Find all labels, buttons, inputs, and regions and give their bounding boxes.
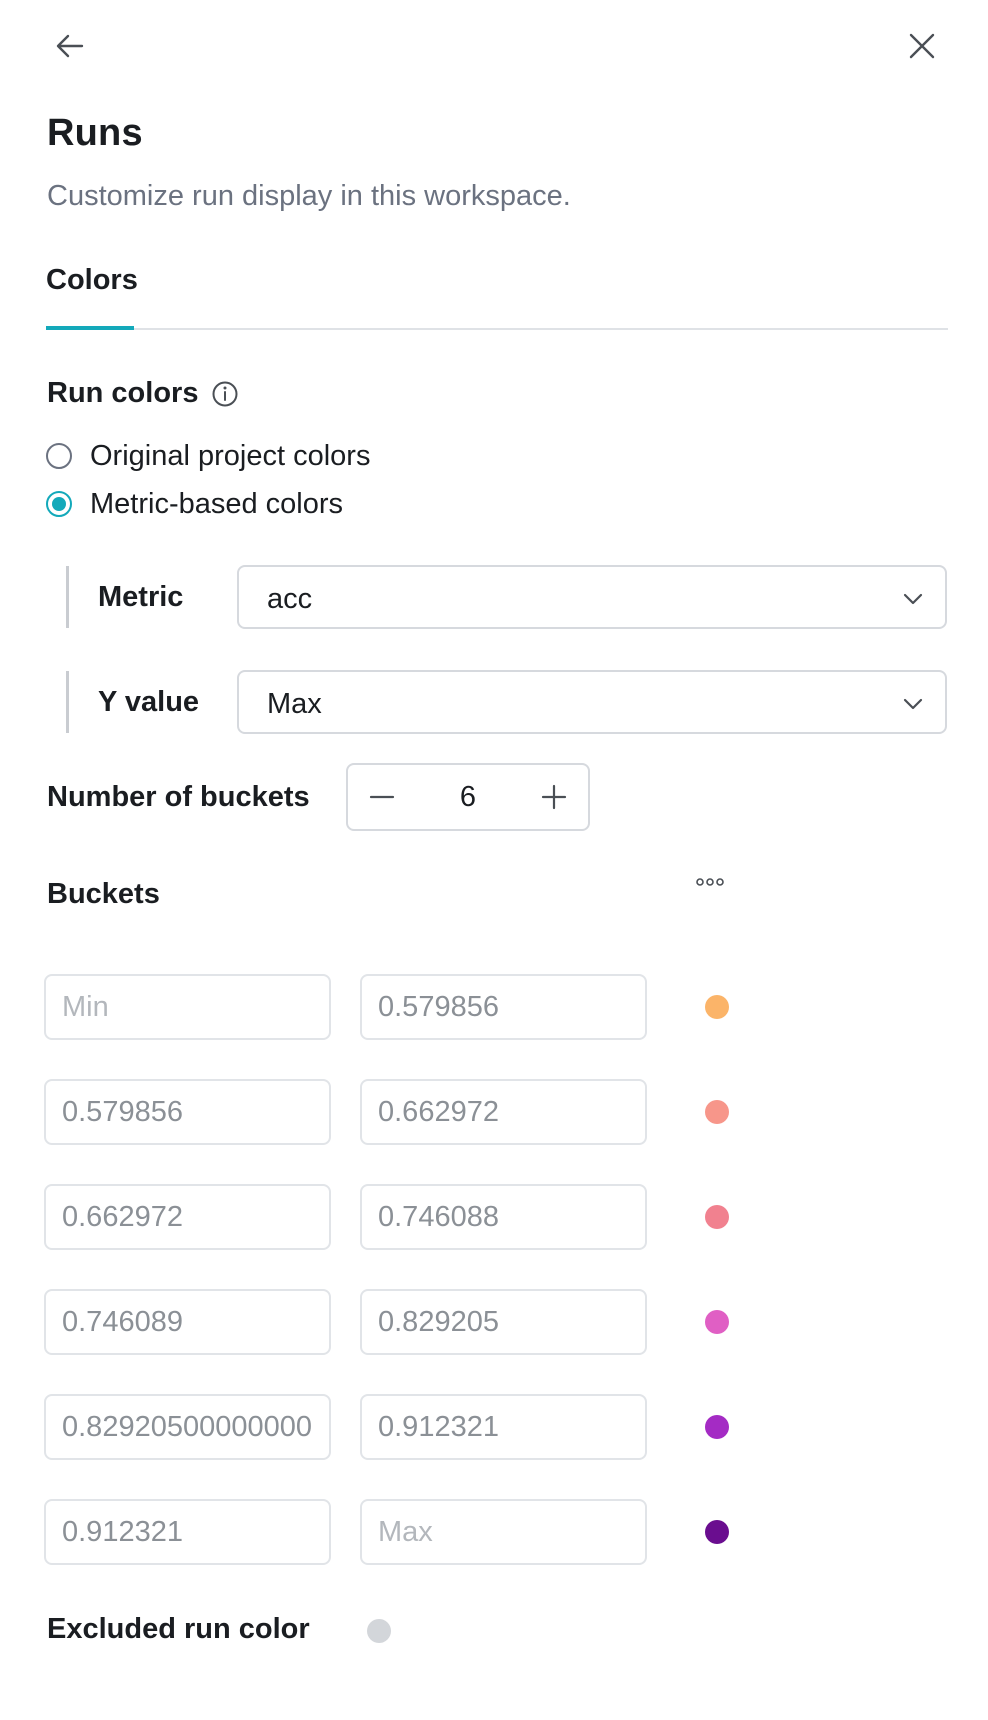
buckets-label: Buckets xyxy=(47,878,160,910)
run-colors-label: Run colors xyxy=(47,377,199,409)
page-title: Runs xyxy=(47,112,143,154)
bucket-min-input[interactable] xyxy=(44,1499,331,1565)
metric-label: Metric xyxy=(98,581,184,613)
bucket-color-swatch[interactable] xyxy=(705,1205,729,1229)
minus-icon xyxy=(369,795,395,799)
number-of-buckets-label: Number of buckets xyxy=(47,781,310,813)
more-options-button[interactable] xyxy=(688,868,732,896)
more-horizontal-icon xyxy=(696,878,724,886)
bucket-max-input[interactable] xyxy=(360,1184,647,1250)
indent-divider xyxy=(66,566,69,628)
radio-metric-based-colors[interactable]: Metric-based colors xyxy=(46,486,343,522)
plus-icon xyxy=(541,784,567,810)
buckets-count[interactable]: 6 xyxy=(428,781,508,814)
buckets-stepper: 6 xyxy=(346,763,590,831)
indent-divider xyxy=(66,671,69,733)
bucket-max-input[interactable] xyxy=(360,1079,647,1145)
excluded-color-swatch[interactable] xyxy=(367,1619,391,1643)
bucket-color-swatch[interactable] xyxy=(705,995,729,1019)
radio-button[interactable] xyxy=(46,443,72,469)
bucket-max-input[interactable] xyxy=(360,974,647,1040)
y-value-select[interactable]: Max xyxy=(237,670,947,734)
tab-colors[interactable]: Colors xyxy=(46,264,138,330)
y-value-label: Y value xyxy=(98,686,200,718)
metric-select[interactable]: acc xyxy=(237,565,947,629)
bucket-color-swatch[interactable] xyxy=(705,1310,729,1334)
page-subtitle: Customize run display in this workspace. xyxy=(47,180,571,212)
bucket-color-swatch[interactable] xyxy=(705,1415,729,1439)
y-value-select-value: Max xyxy=(267,688,322,720)
bucket-min-input[interactable] xyxy=(44,1184,331,1250)
bucket-min-input[interactable] xyxy=(44,1394,331,1460)
radio-label: Metric-based colors xyxy=(90,487,344,520)
bucket-max-input[interactable] xyxy=(360,1289,647,1355)
back-arrow-icon[interactable] xyxy=(46,22,94,70)
bucket-max-input[interactable] xyxy=(360,1394,647,1460)
chevron-down-icon xyxy=(903,593,923,605)
close-icon[interactable] xyxy=(898,22,946,70)
bucket-min-input[interactable] xyxy=(44,1079,331,1145)
info-icon[interactable] xyxy=(211,380,239,408)
bucket-max-input[interactable] xyxy=(360,1499,647,1565)
excluded-run-color-label: Excluded run color xyxy=(47,1613,310,1645)
bucket-color-swatch[interactable] xyxy=(705,1520,729,1544)
bucket-min-input[interactable] xyxy=(44,974,331,1040)
tab-bar: Colors xyxy=(46,264,948,330)
metric-select-value: acc xyxy=(267,583,313,615)
radio-button-checked[interactable] xyxy=(46,491,72,517)
bucket-color-swatch[interactable] xyxy=(705,1100,729,1124)
increment-button[interactable] xyxy=(532,775,576,819)
tab-colors-label: Colors xyxy=(46,264,138,296)
chevron-down-icon xyxy=(903,698,923,710)
bucket-min-input[interactable] xyxy=(44,1289,331,1355)
radio-label: Original project colors xyxy=(90,439,371,472)
radio-original-project-colors[interactable]: Original project colors xyxy=(46,438,370,474)
decrement-button[interactable] xyxy=(360,775,404,819)
active-tab-indicator xyxy=(46,326,134,330)
